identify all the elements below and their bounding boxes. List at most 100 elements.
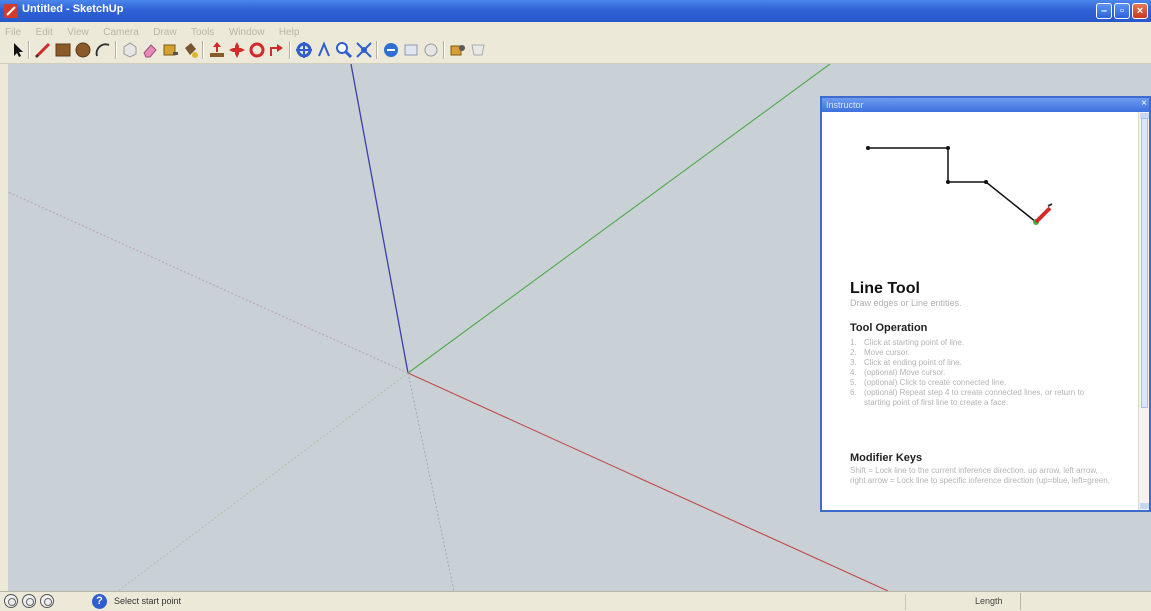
scroll-thumb[interactable] [1141, 118, 1148, 408]
offset-icon [270, 44, 283, 56]
select-tool-button[interactable] [8, 40, 28, 60]
menu-edit[interactable]: Edit [31, 25, 58, 38]
status-message: Select start point [114, 596, 182, 606]
photo-texture-button[interactable] [421, 40, 441, 60]
close-icon: × [1136, 5, 1144, 17]
paint-bucket-icon [185, 43, 198, 58]
step-item: 4. (optional) Move cursor. [850, 368, 946, 377]
paint-bucket-tool-button[interactable] [180, 40, 200, 60]
toolbar-separator [28, 41, 30, 59]
menu-tools[interactable]: Tools [186, 25, 219, 38]
credits-icon[interactable] [22, 594, 36, 608]
toolbar-separator [202, 41, 204, 59]
tool-operation-steps: 1. Click at starting point of line. 2. Mov… [850, 338, 1112, 408]
menu-window[interactable]: Window [224, 25, 270, 38]
scroll-down-arrow[interactable] [1140, 503, 1149, 509]
get-models-button[interactable] [381, 40, 401, 60]
rotate-tool-button[interactable] [247, 40, 267, 60]
blue-axis-positive [350, 64, 409, 374]
toolbar-separator [443, 41, 445, 59]
tape-measure-tool-button[interactable] [160, 40, 180, 60]
instructor-toggle-icon[interactable]: ? [92, 594, 107, 609]
rectangle-tool-button[interactable] [53, 40, 73, 60]
pan-icon [318, 41, 330, 57]
arc-icon [95, 43, 110, 57]
instructor-scrollbar[interactable] [1138, 112, 1149, 510]
status-bar: ? Select start point Length [0, 591, 1151, 611]
instructor-title: Instructor [822, 98, 1149, 112]
step-item: 3. Click at ending point of line. [850, 358, 962, 367]
extension-icon [471, 44, 485, 56]
menu-draw[interactable]: Draw [148, 25, 181, 38]
get-models-icon [384, 43, 398, 57]
component-icon [123, 42, 137, 58]
green-axis-positive [407, 64, 831, 374]
toolbar-separator [376, 41, 378, 59]
extension-button[interactable] [468, 40, 488, 60]
instructor-close-button[interactable]: × [1139, 98, 1149, 110]
sketchup-logo-icon [4, 4, 18, 18]
tape-measure-icon [163, 44, 178, 56]
rotate-icon [249, 42, 265, 58]
red-axis-negative [8, 191, 409, 374]
menu-file[interactable]: File [0, 25, 26, 38]
window-title: Untitled - SketchUp [22, 3, 124, 15]
circle-tool-button[interactable] [73, 40, 93, 60]
tool-description: Draw edges or Line entities. [850, 298, 962, 308]
user-icon[interactable] [40, 594, 54, 608]
arrow-cursor-icon [14, 43, 23, 57]
geo-location-icon[interactable] [4, 594, 18, 608]
eraser-tool-button[interactable] [140, 40, 160, 60]
components-browser-button[interactable] [448, 40, 468, 60]
step-item: 6. (optional) Repeat step 4 to create con… [850, 388, 1085, 407]
toolbar-separator [115, 41, 117, 59]
zoom-extents-icon [356, 42, 372, 58]
measurements-label: Length [975, 596, 1003, 606]
modifier-keys-text: Shift = Lock line to the current inferen… [850, 466, 1110, 485]
zoom-icon [336, 42, 353, 59]
tool-name-heading: Line Tool [850, 280, 920, 297]
modifier-keys-heading: Modifier Keys [850, 452, 923, 464]
orbit-icon [296, 42, 312, 58]
zoom-tool-button[interactable] [334, 40, 354, 60]
measurements-input[interactable] [1020, 593, 1148, 610]
line-tool-diagram [866, 146, 1053, 225]
arc-tool-button[interactable] [93, 40, 113, 60]
menu-bar: File Edit View Camera Draw Tools Window … [0, 22, 1151, 38]
photo-texture-icon [424, 43, 438, 57]
share-model-icon [404, 44, 418, 56]
sketchup-window: Untitled - SketchUp – ▫ × File Edit View… [0, 0, 1151, 611]
push-pull-icon [210, 42, 224, 57]
menu-view[interactable]: View [62, 25, 94, 38]
move-tool-button[interactable] [227, 40, 247, 60]
offset-tool-button[interactable] [267, 40, 287, 60]
orbit-tool-button[interactable] [294, 40, 314, 60]
maximize-button[interactable]: ▫ [1114, 3, 1130, 19]
menu-help[interactable]: Help [274, 25, 305, 38]
title-bar: Untitled - SketchUp – ▫ × [0, 0, 1151, 22]
step-item: 5. (optional) Click to create connected l… [850, 378, 1007, 387]
pencil-icon [34, 42, 51, 59]
instructor-panel: Instructor × Line Tool Draw edges or Lin… [820, 96, 1151, 512]
zoom-extents-tool-button[interactable] [354, 40, 374, 60]
blue-axis-negative [407, 372, 455, 591]
rectangle-icon [55, 43, 71, 57]
share-model-button[interactable] [401, 40, 421, 60]
status-divider [905, 594, 906, 610]
green-axis-negative [117, 372, 409, 591]
menu-camera[interactable]: Camera [98, 25, 144, 38]
close-button[interactable]: × [1132, 3, 1148, 19]
line-tool-button[interactable] [33, 40, 53, 60]
large-tool-set-toolbar [0, 38, 1151, 64]
pan-tool-button[interactable] [314, 40, 334, 60]
eraser-icon [143, 44, 157, 58]
components-browser-icon [450, 45, 465, 56]
close-icon: × [1141, 98, 1147, 109]
tool-operation-heading: Tool Operation [850, 322, 928, 334]
minimize-icon: – [1100, 5, 1108, 17]
toolbar-separator [289, 41, 291, 59]
minimize-button[interactable]: – [1096, 3, 1112, 19]
red-axis-positive [407, 372, 889, 591]
push-pull-tool-button[interactable] [207, 40, 227, 60]
make-component-button[interactable] [120, 40, 140, 60]
